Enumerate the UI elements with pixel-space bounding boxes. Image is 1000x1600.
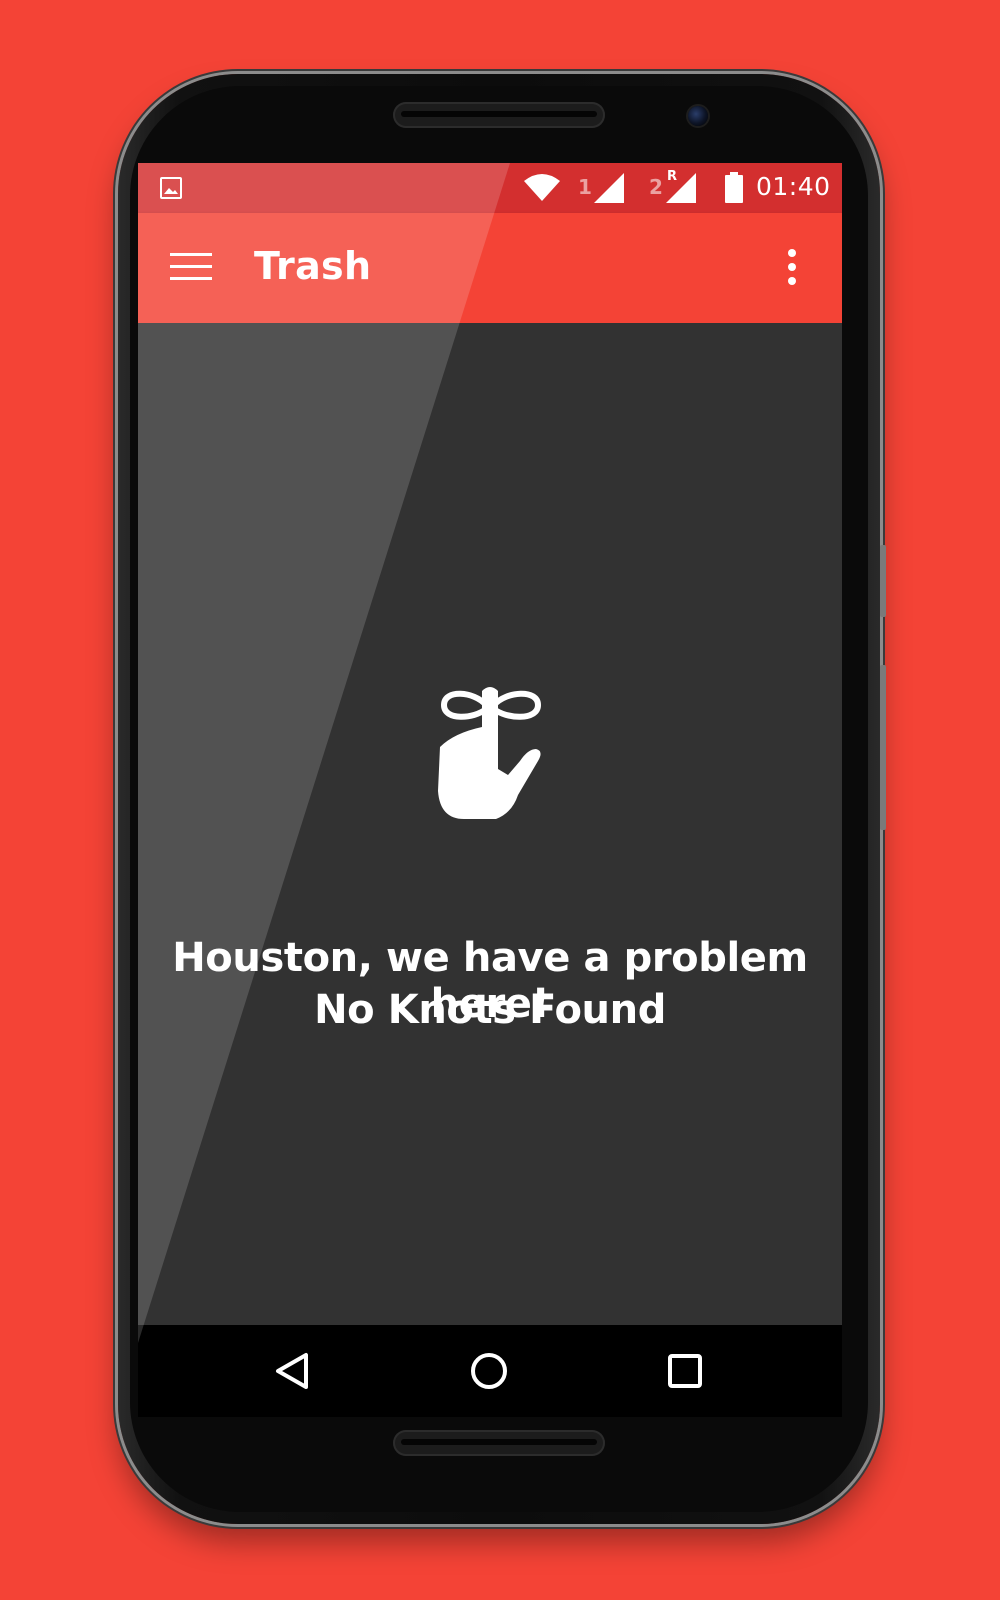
navigation-bar: [138, 1325, 842, 1417]
gallery-icon: [160, 177, 182, 199]
app-toolbar: Trash: [138, 213, 842, 323]
phone-screen: 1 2 R 01:40 Trash Houston, we have a pro…: [138, 163, 842, 1417]
wifi-icon: [524, 174, 560, 201]
bottom-speaker: [393, 1430, 605, 1456]
power-button: [880, 665, 886, 830]
home-icon[interactable]: [465, 1347, 513, 1395]
sim1-label: 1: [578, 175, 592, 199]
volume-button: [880, 545, 886, 617]
finger-with-bow-icon: [438, 687, 541, 819]
status-time: 01:40: [756, 172, 831, 201]
signal-icon: [594, 173, 624, 203]
status-bar: 1 2 R 01:40: [138, 163, 842, 213]
content-area: Houston, we have a problem here! No Knot…: [138, 323, 842, 1325]
recents-icon[interactable]: [661, 1347, 709, 1395]
roaming-label: R: [667, 169, 678, 184]
sim2-label: 2: [649, 175, 663, 199]
empty-message-subtitle: No Knots Found: [314, 987, 666, 1033]
back-icon[interactable]: [270, 1347, 318, 1395]
more-vertical-icon[interactable]: [782, 247, 802, 291]
hamburger-menu-icon[interactable]: [170, 251, 212, 283]
earpiece-speaker: [393, 102, 605, 128]
battery-icon: [725, 172, 743, 203]
page-title: Trash: [254, 244, 372, 288]
front-camera: [688, 106, 708, 126]
